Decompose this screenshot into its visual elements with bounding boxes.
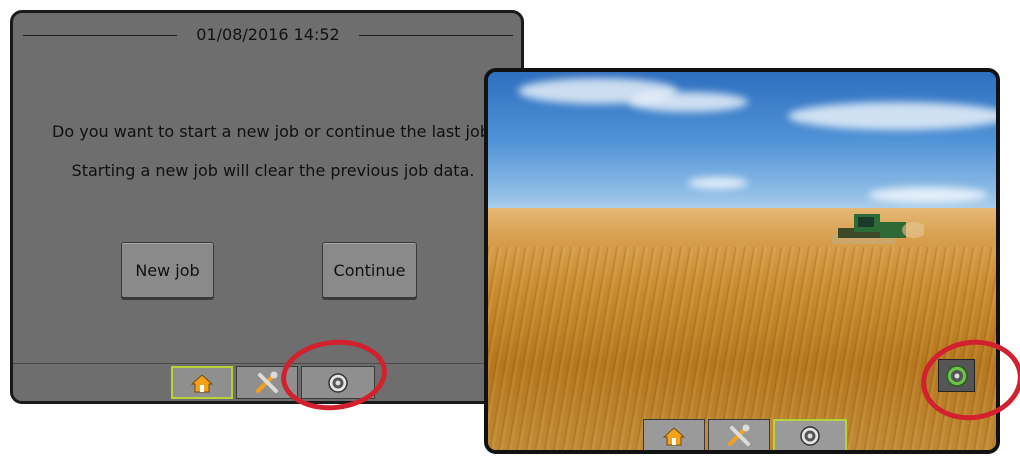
dialog-question: Do you want to start a new job or contin… <box>52 122 490 141</box>
tab-camera[interactable] <box>773 419 847 450</box>
tab-tools[interactable] <box>708 419 770 450</box>
dialog-warning: Starting a new job will clear the previo… <box>71 161 475 180</box>
combine-harvester-icon <box>832 214 924 244</box>
job-dialog-screen: 01/08/2016 14:52 Do you want to start a … <box>10 10 524 404</box>
title-rule-left <box>23 35 177 36</box>
datetime-label: 01/08/2016 14:52 <box>196 25 340 44</box>
sky-background <box>488 72 996 222</box>
new-job-button[interactable]: New job <box>121 242 214 298</box>
tools-icon <box>256 371 278 393</box>
title-rule-right <box>359 35 513 36</box>
bottom-divider <box>13 363 521 364</box>
title-bar: 01/08/2016 14:52 <box>13 23 521 49</box>
camera-icon <box>800 425 820 446</box>
tab-home[interactable] <box>171 366 233 399</box>
tools-icon <box>728 424 750 446</box>
tab-home[interactable] <box>643 419 705 450</box>
nav-tab-bar <box>643 419 847 450</box>
home-icon <box>663 426 685 445</box>
camera-view-screen <box>484 68 1000 454</box>
continue-button[interactable]: Continue <box>322 242 417 298</box>
home-icon <box>191 373 213 392</box>
